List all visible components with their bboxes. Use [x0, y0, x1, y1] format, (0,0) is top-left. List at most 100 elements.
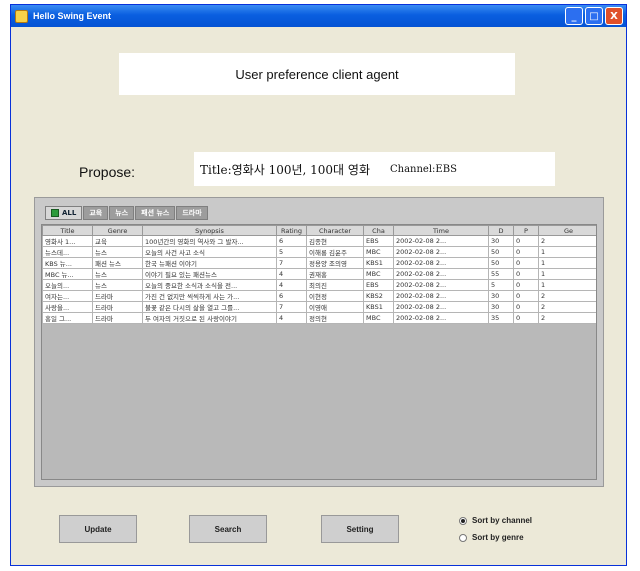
table-cell: 드라마	[92, 301, 143, 313]
table-cell: 2002-02-08 2...	[393, 268, 489, 280]
table-cell: 0	[513, 235, 539, 247]
sort-by-genre-radio[interactable]: Sort by genre	[459, 530, 532, 545]
program-table-area[interactable]: Title Genre Synopsis Rating Character Ch…	[41, 224, 597, 480]
tab-news[interactable]: 뉴스	[109, 206, 135, 220]
table-cell: KBS 뉴...	[42, 257, 93, 269]
column-header[interactable]: Synopsis	[142, 225, 277, 236]
table-cell: 홍일 그...	[42, 312, 93, 324]
search-button[interactable]: Search	[189, 515, 267, 543]
table-row[interactable]: MBC 뉴... 뉴스 이야기 필요 있는 패션뉴스 4 권재홍 MBC 2002-02-0…	[42, 268, 596, 280]
table-cell: MBC	[363, 268, 394, 280]
table-cell: 7	[276, 301, 307, 313]
column-header[interactable]: Time	[393, 225, 489, 236]
table-row[interactable]: 사랑을... 드라마 불꽃 같은 다시의 삶을 열고 그를... 7 이영애 KBS1 20…	[42, 301, 596, 313]
window-title: Hello Swing Event	[33, 11, 112, 21]
table-cell: 2	[538, 290, 596, 302]
table-cell: 오늘의 중요한 소식과 소식을 전...	[142, 279, 277, 291]
table-cell: 2002-02-08 2...	[393, 279, 489, 291]
table-row[interactable]: 홍일 그... 드라마 두 여자의 거짓으로 된 사랑이야기 4 정의현 MBC 2002-…	[42, 312, 596, 324]
table-cell: 2002-02-08 2...	[393, 235, 489, 247]
table-cell: 0	[513, 290, 539, 302]
table-cell: MBC	[363, 246, 394, 258]
table-cell: 2002-02-08 2...	[393, 301, 489, 313]
table-cell: 5	[276, 246, 307, 258]
table-cell: 30	[488, 290, 514, 302]
table-cell: 이현정	[306, 290, 364, 302]
column-header[interactable]: Title	[42, 225, 93, 236]
table-cell: 사랑을...	[42, 301, 93, 313]
radio-indicator	[459, 533, 467, 542]
table-cell: 여자는...	[42, 290, 93, 302]
table-row[interactable]: 뉴스데... 뉴스 오늘의 사건 사고 소식 5 이해룡 김윤주 MBC 2002-02-0…	[42, 246, 596, 258]
tab-label: 패션 뉴스	[141, 209, 170, 217]
sort-by-channel-radio[interactable]: Sort by channel	[459, 513, 532, 528]
table-cell: 한국 뉴패션 이야기	[142, 257, 277, 269]
table-cell: MBC 뉴...	[42, 268, 93, 280]
column-header[interactable]: Rating	[276, 225, 307, 236]
table-cell: 가진 건 없지만 씩씩하게 사는 가...	[142, 290, 277, 302]
tab-bar: ALL 교육 뉴스 패션 뉴스 드라마	[45, 206, 208, 220]
table-cell: 0	[513, 301, 539, 313]
update-button[interactable]: Update	[59, 515, 137, 543]
tab-education[interactable]: 교육	[83, 206, 109, 220]
tab-all[interactable]: ALL	[45, 206, 83, 220]
radio-selected-indicator	[459, 516, 467, 525]
table-cell: EBS	[363, 279, 394, 291]
column-header[interactable]: Character	[306, 225, 364, 236]
table-cell: 이야기 필요 있는 패션뉴스	[142, 268, 277, 280]
table-cell: KBS2	[363, 290, 394, 302]
table-cell: 이영애	[306, 301, 364, 313]
table-cell: 1	[538, 268, 596, 280]
maximize-button[interactable]: □	[585, 7, 603, 25]
client-area: User preference client agent Propose: Ti…	[11, 27, 626, 565]
propose-channel: Channel:EBS	[390, 163, 457, 175]
table-cell: 뉴스	[92, 268, 143, 280]
app-window: Hello Swing Event _ □ X User preference …	[10, 4, 627, 566]
tab-fashion-news[interactable]: 패션 뉴스	[135, 206, 176, 220]
sort-options: Sort by channel Sort by genre	[459, 513, 532, 547]
table-row[interactable]: 영화사 1... 교육 100년간의 영화의 역사와 그 발자... 6 김종현 EBS 2…	[42, 235, 596, 247]
tab-label: ALL	[62, 209, 77, 217]
table-cell: 35	[488, 312, 514, 324]
tab-all-icon	[51, 209, 59, 217]
table-cell: 4	[276, 279, 307, 291]
app-icon	[15, 9, 28, 23]
table-row[interactable]: KBS 뉴... 패션 뉴스 한국 뉴패션 이야기 7 정용양 조의영 KBS1 2002-…	[42, 257, 596, 269]
column-header[interactable]: Genre	[92, 225, 143, 236]
table-cell: 2	[538, 301, 596, 313]
minimize-button[interactable]: _	[565, 7, 583, 25]
table-cell: 최의진	[306, 279, 364, 291]
column-header[interactable]: D	[488, 225, 514, 236]
propose-title: Title:영화사 100년, 100대 영화	[200, 162, 370, 177]
table-row[interactable]: 오늘의... 뉴스 오늘의 중요한 소식과 소식을 전... 4 최의진 EBS 2002-…	[42, 279, 596, 291]
table-cell: 7	[276, 257, 307, 269]
title-bar[interactable]: Hello Swing Event _ □ X	[11, 5, 626, 27]
table-header-row: Title Genre Synopsis Rating Character Ch…	[42, 225, 596, 236]
column-header[interactable]: Cha	[363, 225, 394, 236]
table-cell: 1	[538, 279, 596, 291]
table-cell: 정의현	[306, 312, 364, 324]
close-button[interactable]: X	[605, 7, 623, 25]
table-cell: 2	[538, 235, 596, 247]
table-cell: 패션 뉴스	[92, 257, 143, 269]
tab-drama[interactable]: 드라마	[176, 206, 208, 220]
header-title: User preference client agent	[119, 53, 515, 95]
column-header[interactable]: Ge	[538, 225, 596, 236]
table-row[interactable]: 여자는... 드라마 가진 건 없지만 씩씩하게 사는 가... 6 이현정 KBS2 20…	[42, 290, 596, 302]
table-cell: 2002-02-08 2...	[393, 257, 489, 269]
table-cell: 드라마	[92, 290, 143, 302]
table-cell: 100년간의 영화의 역사와 그 발자...	[142, 235, 277, 247]
table-cell: 6	[276, 235, 307, 247]
program-panel: ALL 교육 뉴스 패션 뉴스 드라마 Title Genre Synopsis…	[34, 197, 604, 487]
setting-button[interactable]: Setting	[321, 515, 399, 543]
table-cell: 2002-02-08 2...	[393, 312, 489, 324]
table-cell: 뉴스	[92, 279, 143, 291]
table-cell: 이해룡 김윤주	[306, 246, 364, 258]
tab-label: 드라마	[182, 209, 202, 217]
column-header[interactable]: P	[513, 225, 539, 236]
table-cell: 정용양 조의영	[306, 257, 364, 269]
table-cell: 0	[513, 312, 539, 324]
table-cell: 2002-02-08 2...	[393, 290, 489, 302]
table-cell: 교육	[92, 235, 143, 247]
table-cell: 4	[276, 268, 307, 280]
